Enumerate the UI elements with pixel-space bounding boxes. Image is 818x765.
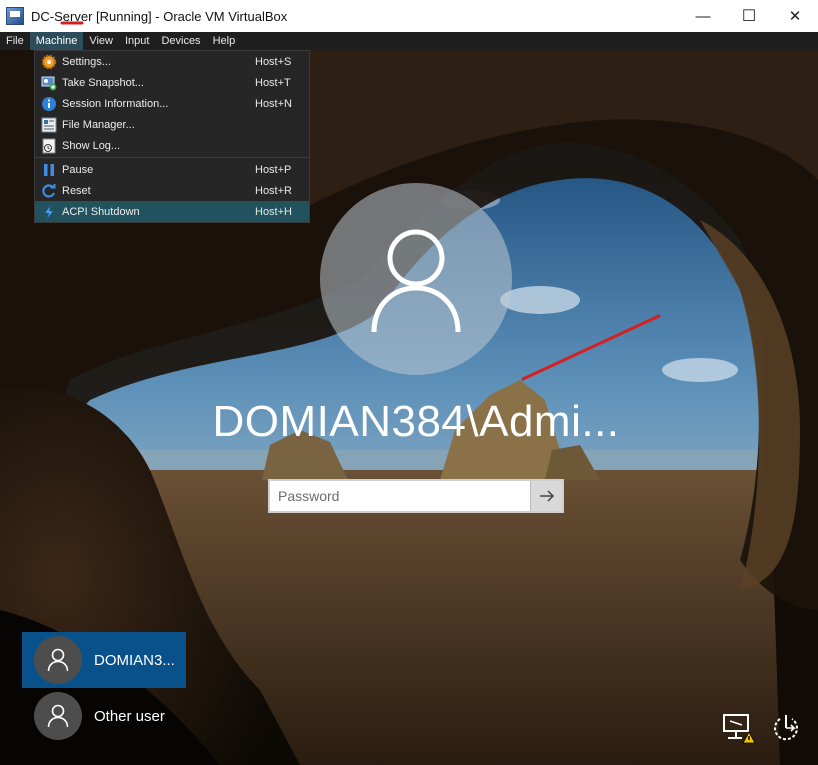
title-annotation-mark	[60, 21, 84, 25]
menu-machine[interactable]: Machine	[29, 32, 84, 50]
pause-icon	[41, 162, 57, 178]
password-field	[268, 479, 564, 513]
power-icon[interactable]	[770, 712, 802, 749]
user-tile-name: Other user	[94, 707, 165, 725]
user-avatar	[320, 183, 512, 375]
user-tile-domain-admin[interactable]: DOMIAN3...	[22, 632, 186, 688]
menu-item-acpi-shutdown[interactable]: ACPI Shutdown Host+H	[35, 201, 309, 222]
file-manager-icon	[41, 117, 57, 133]
virtualbox-app-icon	[6, 7, 24, 25]
reset-icon	[41, 183, 57, 199]
menu-file[interactable]: File	[0, 32, 30, 50]
window-titlebar: DC-Server [Running] - Oracle VM VirtualB…	[0, 0, 818, 32]
menu-devices[interactable]: Devices	[155, 32, 206, 50]
acpi-shutdown-icon	[41, 204, 57, 220]
user-tile-avatar	[34, 636, 82, 684]
login-username: DOMIAN384\Admi...	[212, 397, 620, 446]
minimize-icon: —	[695, 7, 711, 25]
menu-separator	[35, 157, 309, 158]
maximize-icon: ☐	[741, 8, 757, 25]
arrow-right-icon	[539, 490, 554, 502]
menu-item-reset[interactable]: Reset Host+R	[35, 180, 309, 201]
info-icon	[41, 96, 57, 112]
menu-item-show-log[interactable]: Show Log...	[35, 135, 309, 156]
gear-icon	[41, 54, 57, 70]
user-tile-other-user[interactable]: Other user	[22, 688, 186, 744]
close-button[interactable]: ✕	[772, 0, 818, 32]
menu-input[interactable]: Input	[119, 32, 155, 50]
user-silhouette-icon	[47, 648, 69, 672]
log-icon	[41, 138, 57, 154]
user-silhouette-icon	[47, 704, 69, 728]
window-controls: — ☐ ✕	[680, 0, 818, 32]
menu-item-session-information[interactable]: Session Information... Host+N	[35, 93, 309, 114]
menu-item-pause[interactable]: Pause Host+P	[35, 159, 309, 180]
maximize-button[interactable]: ☐	[726, 0, 772, 32]
menu-help[interactable]: Help	[207, 32, 242, 50]
network-warning-icon[interactable]	[722, 712, 756, 751]
menu-view[interactable]: View	[83, 32, 119, 50]
machine-menu-dropdown: Settings... Host+S Take Snapshot... Host…	[34, 50, 310, 223]
close-icon: ✕	[788, 8, 802, 25]
submit-button[interactable]	[530, 481, 562, 511]
user-tile-name: DOMIAN3...	[94, 651, 175, 669]
password-input[interactable]	[270, 481, 530, 511]
menu-item-file-manager[interactable]: File Manager...	[35, 114, 309, 135]
user-tile-avatar	[34, 692, 82, 740]
menu-item-settings[interactable]: Settings... Host+S	[35, 51, 309, 72]
minimize-button[interactable]: —	[680, 0, 726, 32]
snapshot-icon	[41, 75, 57, 91]
menubar: File Machine View Input Devices Help	[0, 32, 818, 50]
menu-item-take-snapshot[interactable]: Take Snapshot... Host+T	[35, 72, 309, 93]
user-silhouette-icon	[371, 229, 461, 333]
